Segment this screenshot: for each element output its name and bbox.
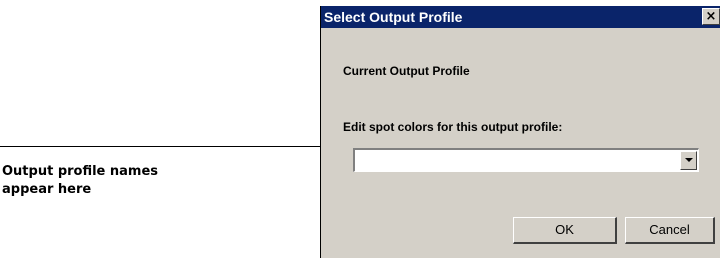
callout-annotation: Output profile names appear here	[2, 163, 232, 199]
close-button[interactable]: ×	[702, 8, 720, 25]
ok-button[interactable]: OK	[513, 217, 617, 244]
dialog-title: Select Output Profile	[324, 9, 463, 25]
output-profile-select[interactable]	[353, 148, 699, 172]
select-output-profile-dialog: Select Output Profile × Current Output P…	[320, 6, 720, 258]
edit-spot-colors-label: Edit spot colors for this output profile…	[343, 120, 563, 134]
callout-leader-line	[0, 146, 352, 147]
close-icon: ×	[705, 9, 717, 24]
dialog-titlebar[interactable]: Select Output Profile ×	[321, 6, 720, 28]
callout-line-2: appear here	[2, 182, 92, 197]
current-output-profile-label: Current Output Profile	[343, 64, 470, 78]
callout-line-1: Output profile names	[2, 164, 159, 179]
cancel-button[interactable]: Cancel	[625, 217, 715, 244]
chevron-down-icon[interactable]	[680, 151, 697, 170]
